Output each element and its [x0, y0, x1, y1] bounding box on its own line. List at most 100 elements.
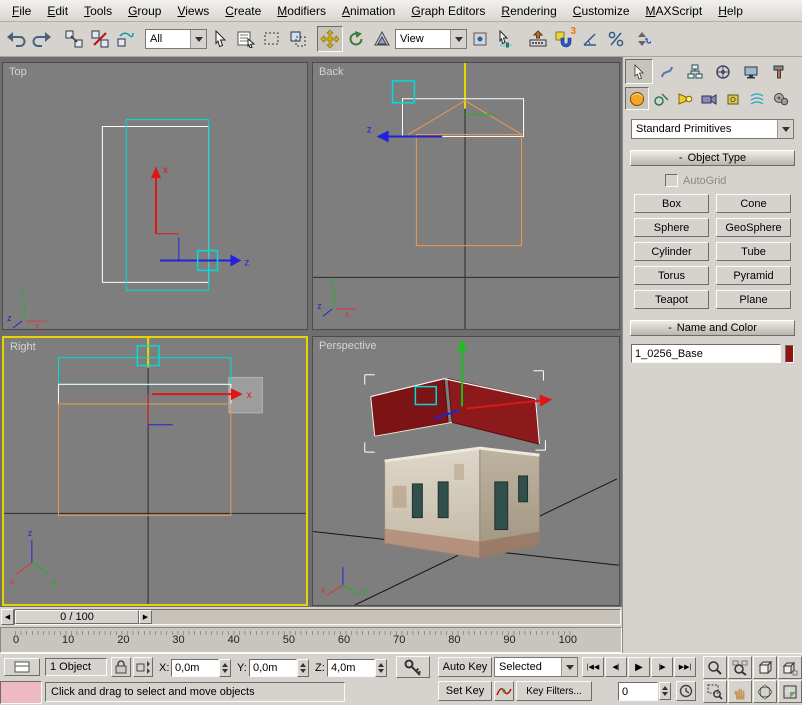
viewport-right-label[interactable]: Right	[10, 341, 36, 353]
menu-item[interactable]: MAXScript	[638, 1, 711, 21]
viewport-top[interactable]: Top x z y z x	[2, 62, 308, 330]
zoom-button[interactable]	[703, 656, 727, 679]
menu-item[interactable]: Graph Editors	[403, 1, 493, 21]
select-object-button[interactable]	[207, 26, 233, 52]
bind-to-spacewarp-button[interactable]	[113, 26, 139, 52]
object-name-input[interactable]	[631, 344, 781, 363]
tab-motion[interactable]	[709, 59, 737, 84]
select-and-scale-button[interactable]	[369, 26, 395, 52]
select-and-move-button[interactable]	[317, 26, 343, 52]
viewport-top-label[interactable]: Top	[9, 66, 27, 78]
category-spacewarps[interactable]	[745, 87, 769, 110]
next-frame-button[interactable]: |▶	[651, 657, 673, 677]
primitive-button[interactable]: Box	[634, 194, 709, 213]
x-coordinate-spinner[interactable]	[219, 659, 231, 677]
autogrid-checkbox[interactable]	[665, 174, 678, 187]
menu-item[interactable]: Edit	[39, 1, 76, 21]
go-to-end-button[interactable]: ▶▶|	[674, 657, 696, 677]
menu-item[interactable]: Tools	[76, 1, 120, 21]
unlink-selection-button[interactable]	[87, 26, 113, 52]
tab-hierarchy[interactable]	[681, 59, 709, 84]
viewport-back[interactable]: Back z y z x	[312, 62, 620, 330]
x-coordinate-input[interactable]	[171, 659, 219, 677]
maxscript-mini-listener[interactable]	[0, 681, 42, 704]
select-and-rotate-button[interactable]	[343, 26, 369, 52]
transform-gizmo-top[interactable]: x z	[151, 165, 249, 270]
current-frame-spinner[interactable]	[659, 682, 671, 700]
region-zoom-button[interactable]	[703, 680, 727, 703]
current-frame-input[interactable]	[618, 682, 658, 701]
z-coordinate-input[interactable]	[327, 659, 375, 677]
time-configuration-button[interactable]	[676, 681, 696, 701]
primitive-button[interactable]: Sphere	[634, 218, 709, 237]
primitive-button[interactable]: Torus	[634, 266, 709, 285]
reference-coordinate-arrow[interactable]	[450, 30, 466, 48]
name-and-color-rollout-header[interactable]: - Name and Color	[630, 320, 795, 336]
primitive-category-dropdown[interactable]: Standard Primitives	[631, 119, 794, 139]
selection-filter-dropdown[interactable]: All	[145, 29, 207, 49]
new-key-default-tangent-button[interactable]	[494, 681, 514, 701]
menu-item[interactable]: Animation	[334, 1, 403, 21]
mini-listener-toggle[interactable]	[4, 658, 40, 676]
viewport-perspective-label[interactable]: Perspective	[319, 340, 376, 352]
select-and-link-button[interactable]	[61, 26, 87, 52]
zoom-extents-button[interactable]	[753, 656, 777, 679]
zoom-all-button[interactable]	[728, 656, 752, 679]
menu-item[interactable]: Modifiers	[269, 1, 334, 21]
object-type-rollout-header[interactable]: - Object Type	[630, 150, 795, 166]
menu-item[interactable]: File	[4, 1, 39, 21]
category-helpers[interactable]	[721, 87, 745, 110]
arc-rotate-button[interactable]	[753, 680, 777, 703]
time-slider-thumb[interactable]: 0 / 100	[15, 610, 139, 624]
viewport-right[interactable]: Right x z x y	[2, 336, 308, 606]
maximize-viewport-toggle[interactable]	[778, 680, 802, 703]
use-pivot-center-button[interactable]	[467, 26, 493, 52]
tab-create[interactable]	[625, 59, 653, 84]
primitive-category-arrow[interactable]	[777, 120, 793, 138]
category-lights[interactable]	[673, 87, 697, 110]
window-crossing-button[interactable]	[285, 26, 311, 52]
viewport-perspective[interactable]: Perspective	[312, 336, 620, 606]
set-keys-button[interactable]	[396, 656, 430, 678]
menu-item[interactable]: Customize	[565, 1, 638, 21]
set-key-button[interactable]: Set Key	[438, 681, 492, 701]
zoom-extents-all-button[interactable]	[778, 656, 802, 679]
category-cameras[interactable]	[697, 87, 721, 110]
previous-frame-button[interactable]: ◀|	[605, 657, 627, 677]
key-mode-arrow[interactable]	[561, 658, 577, 676]
primitive-button[interactable]: Plane	[716, 290, 791, 309]
primitive-button[interactable]: GeoSphere	[716, 218, 791, 237]
keyboard-override-button[interactable]	[525, 26, 551, 52]
transform-gizmo-back[interactable]: z	[367, 81, 442, 143]
absolute-offset-toggle[interactable]	[133, 657, 153, 677]
tab-display[interactable]	[737, 59, 765, 84]
auto-key-button[interactable]: Auto Key	[438, 657, 492, 677]
play-button[interactable]: ▶	[628, 657, 650, 677]
y-coordinate-input[interactable]	[249, 659, 297, 677]
menu-item[interactable]: Views	[169, 1, 217, 21]
spinner-snap-button[interactable]	[629, 26, 655, 52]
reference-coordinate-dropdown[interactable]: View	[395, 29, 467, 49]
pan-button[interactable]	[728, 680, 752, 703]
category-systems[interactable]	[769, 87, 793, 110]
z-coordinate-spinner[interactable]	[375, 659, 387, 677]
category-shapes[interactable]	[649, 87, 673, 110]
snap-toggle-button[interactable]: 3	[551, 26, 577, 52]
primitive-button[interactable]: Teapot	[634, 290, 709, 309]
primitive-button[interactable]: Cone	[716, 194, 791, 213]
key-mode-dropdown[interactable]: Selected	[494, 657, 578, 677]
primitive-button[interactable]: Tube	[716, 242, 791, 261]
selection-lock-button[interactable]	[111, 657, 131, 677]
redo-button[interactable]	[29, 26, 55, 52]
tab-utilities[interactable]	[765, 59, 793, 84]
building-model[interactable]	[365, 371, 546, 559]
primitive-button[interactable]: Pyramid	[716, 266, 791, 285]
select-and-manipulate-button[interactable]	[493, 26, 519, 52]
selection-region-button[interactable]	[259, 26, 285, 52]
menu-item[interactable]: Group	[120, 1, 169, 21]
angle-snap-button[interactable]	[577, 26, 603, 52]
track-bar[interactable]: 0102030405060708090100	[0, 627, 622, 653]
key-filters-button[interactable]: Key Filters...	[516, 681, 592, 701]
selection-filter-arrow[interactable]	[190, 30, 206, 48]
y-coordinate-spinner[interactable]	[297, 659, 309, 677]
